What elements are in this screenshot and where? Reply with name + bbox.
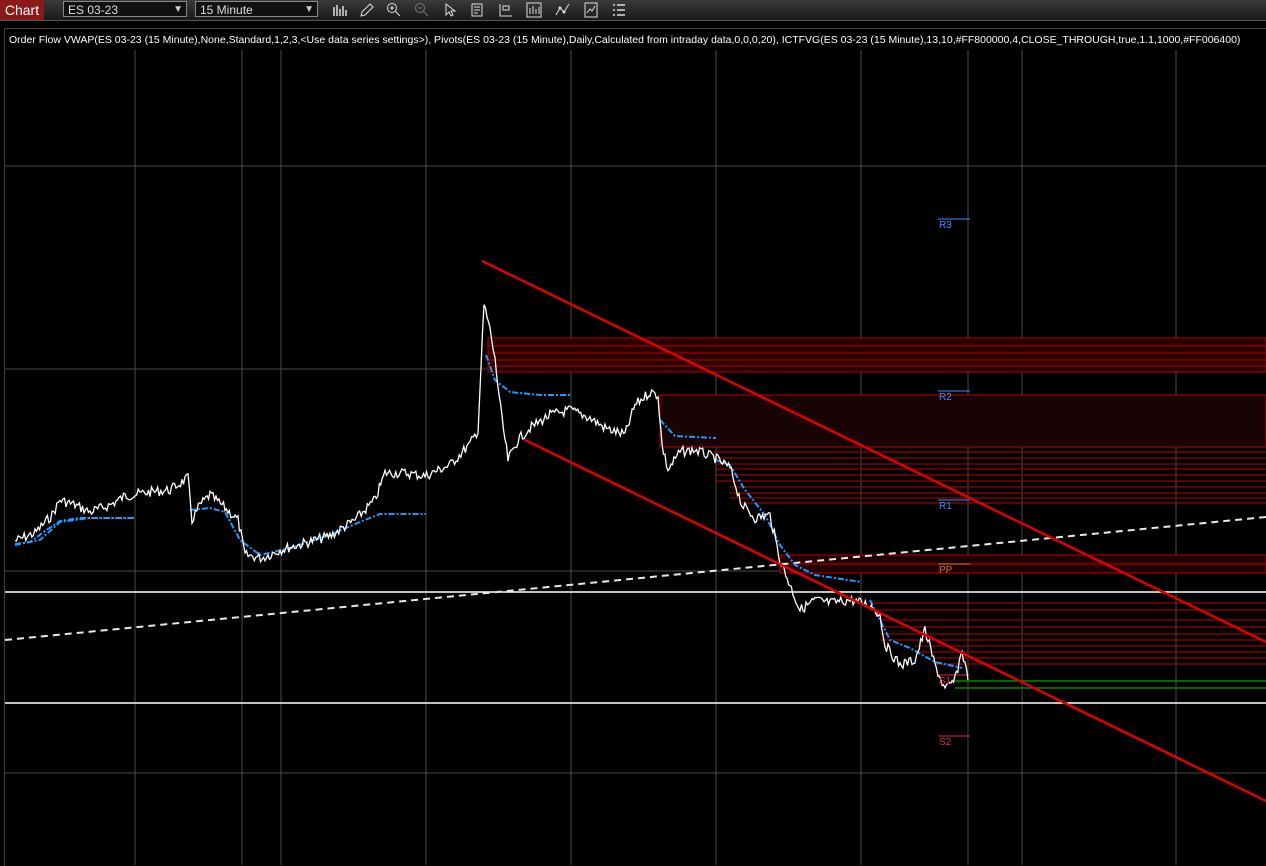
pivot-pp-label: PP — [939, 565, 953, 576]
indicator-label: Order Flow VWAP(ES 03-23 (15 Minute),Non… — [9, 34, 1241, 46]
price-chart[interactable] — [0, 0, 1266, 865]
pivot-s2-label: S2 — [939, 737, 952, 748]
pivot-r2-label: R2 — [939, 392, 952, 403]
pivot-s1-label: S1 — [939, 676, 952, 687]
pivot-r3-label: R3 — [939, 220, 952, 231]
horizontal-levels — [5, 591, 1266, 704]
fvg-zones-bullish — [955, 680, 1266, 689]
pivot-r1-label: R1 — [939, 501, 952, 512]
vwap-line — [14, 517, 134, 545]
vwap-segment — [14, 517, 134, 546]
dashed-trendline — [4, 516, 1266, 641]
